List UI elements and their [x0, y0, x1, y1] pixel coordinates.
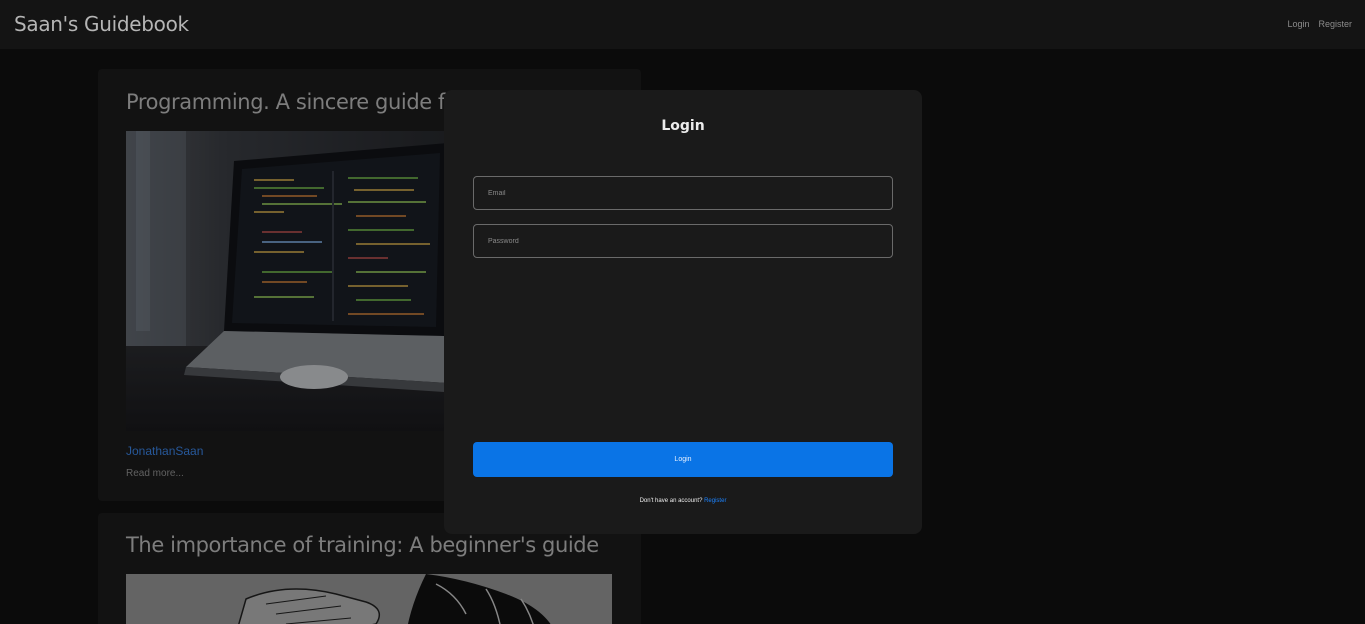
register-link[interactable]: Register [704, 498, 726, 504]
modal-title: Login [661, 118, 705, 134]
nav-login-link[interactable]: Login [1287, 19, 1309, 29]
login-modal: Login Login Don't have an account? Regis… [444, 90, 922, 534]
register-prompt: Don't have an account? Register [444, 498, 922, 504]
nav-links: Login Register [1287, 19, 1352, 29]
post-image-manga-sketch[interactable] [126, 574, 612, 624]
password-input[interactable] [473, 224, 893, 258]
nav-register-link[interactable]: Register [1318, 19, 1352, 29]
read-more-link[interactable]: Read more... [126, 468, 184, 479]
site-brand[interactable]: Saan's Guidebook [14, 12, 189, 36]
post-author-link[interactable]: JonathanSaan [126, 444, 203, 458]
login-submit-button[interactable]: Login [473, 442, 893, 477]
post-title[interactable]: The importance of training: A beginner's… [126, 533, 599, 557]
top-bar: Saan's Guidebook Login Register [0, 0, 1365, 49]
register-prompt-text: Don't have an account? [639, 498, 703, 504]
email-input[interactable] [473, 176, 893, 210]
post-title[interactable]: Programming. A sincere guide for b [126, 90, 485, 114]
